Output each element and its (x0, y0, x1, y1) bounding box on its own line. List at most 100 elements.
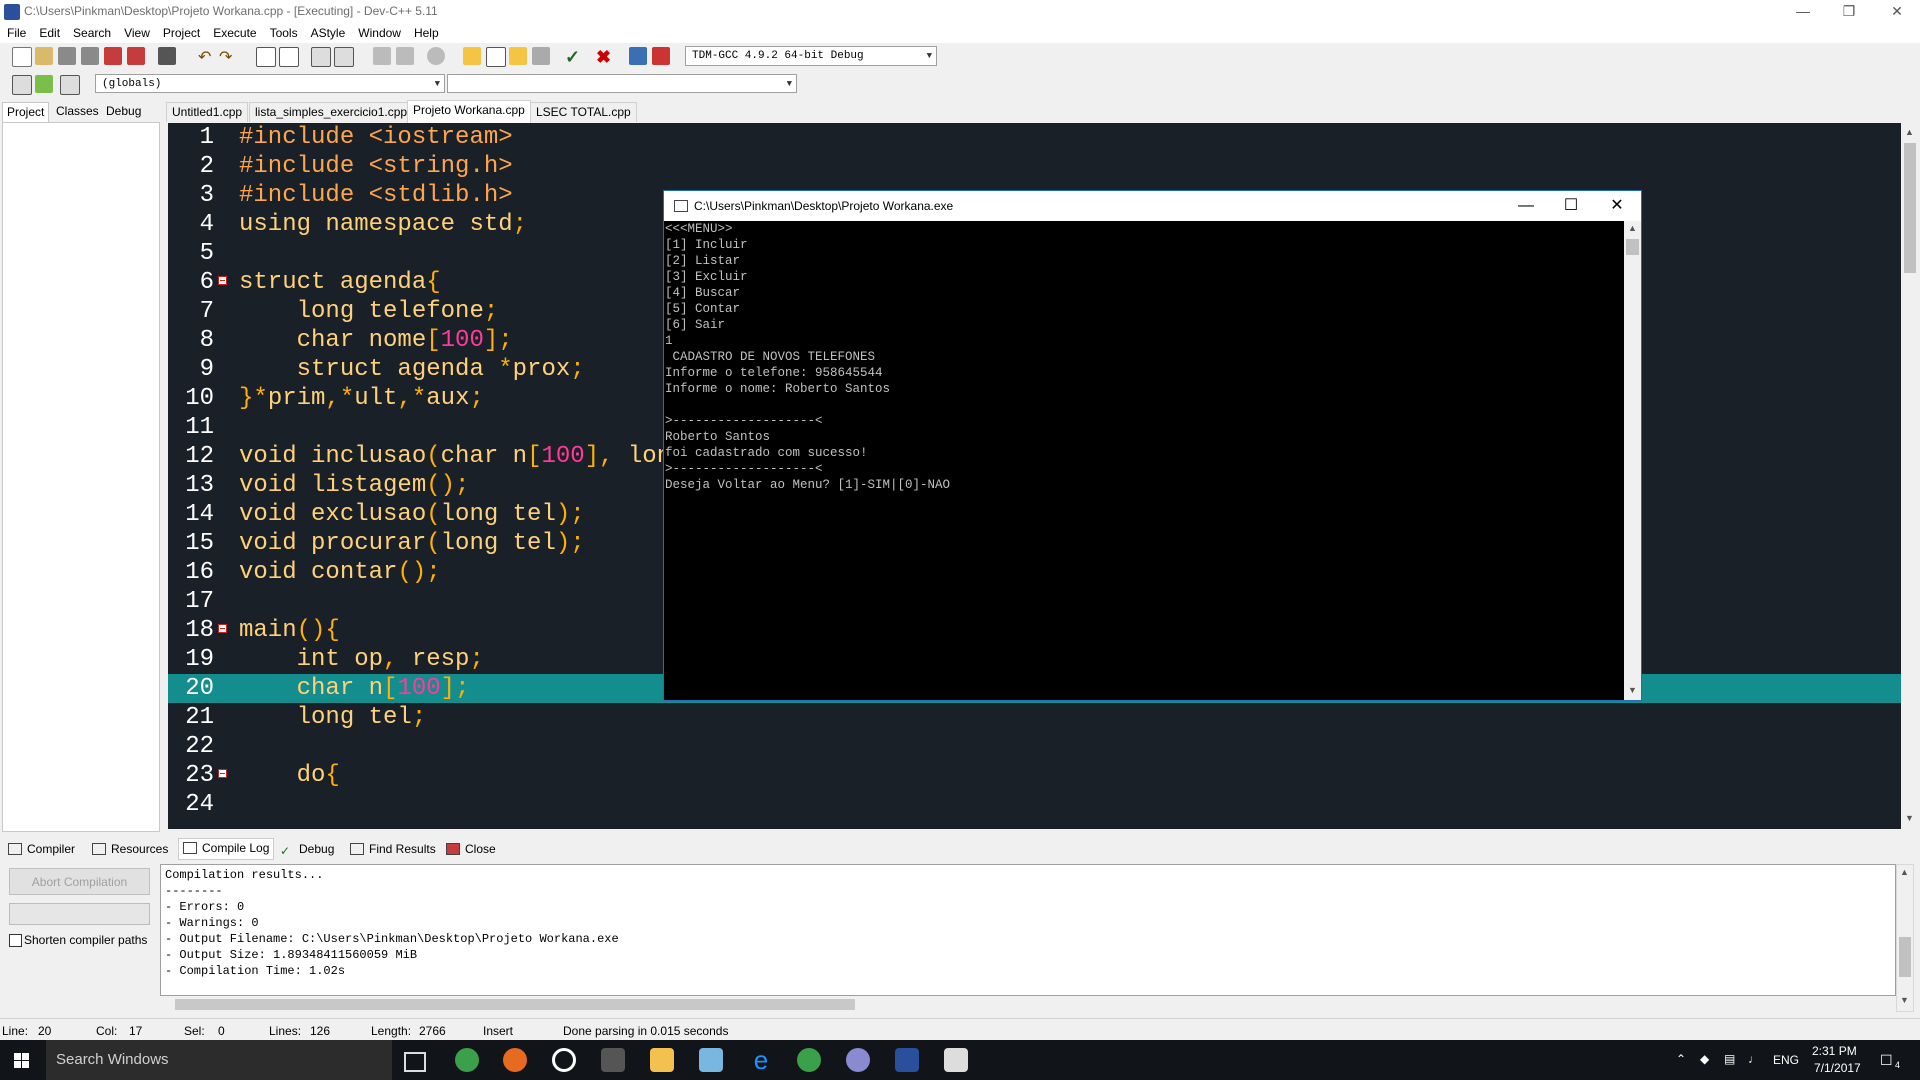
tray-time[interactable]: 2:31 PM (1812, 1044, 1857, 1058)
tab-project[interactable]: Project (2, 102, 50, 122)
chrome-icon[interactable] (455, 1048, 479, 1072)
toggle-bookmark-icon[interactable] (35, 75, 53, 93)
compile-log[interactable]: Compilation results... -------- - Errors… (160, 864, 1896, 996)
print-icon[interactable] (158, 47, 176, 65)
scroll-up-icon[interactable]: ▲ (1628, 223, 1637, 233)
open-file-icon[interactable] (35, 47, 53, 65)
console-scroll-thumb[interactable] (1626, 239, 1639, 255)
abort-compilation-button[interactable]: Abort Compilation (9, 868, 150, 895)
syntax-check-icon[interactable]: ✓ (565, 47, 583, 67)
menu-tools[interactable]: Tools (263, 24, 304, 40)
scroll-down-icon[interactable]: ▼ (1628, 685, 1637, 695)
compile-log-hscroll-thumb[interactable] (175, 999, 855, 1010)
console-title-bar[interactable]: C:\Users\Pinkman\Desktop\Projeto Workana… (664, 191, 1641, 221)
scope-select[interactable]: (globals) ▼ (95, 74, 445, 93)
profile-icon[interactable] (629, 47, 647, 65)
tab-find-results[interactable]: Find Results (350, 840, 436, 858)
fold-collapse-icon[interactable] (218, 624, 227, 633)
code-line[interactable]: 22 (168, 732, 1901, 761)
code-line[interactable]: 2 #include <string.h> (168, 152, 1901, 181)
bookmark-icon[interactable] (427, 47, 445, 65)
menu-window[interactable]: Window (351, 24, 407, 40)
console-close-button[interactable]: ✕ (1595, 194, 1639, 218)
tray-volume-icon[interactable]: ♩ (1748, 1052, 1760, 1066)
code-line[interactable]: 21 long tel; (168, 703, 1901, 732)
devcpp-taskbar-icon[interactable] (895, 1048, 919, 1072)
editor-scrollbar[interactable]: ▲ ▼ (1901, 123, 1920, 829)
compile-icon[interactable] (463, 47, 481, 65)
tray-chevron-up-icon[interactable]: ⌃ (1676, 1052, 1686, 1066)
console-maximize-button[interactable]: ☐ (1549, 194, 1593, 218)
notepad-icon[interactable] (699, 1048, 723, 1072)
minimize-button[interactable]: — (1780, 0, 1826, 24)
console-scrollbar[interactable]: ▲ ▼ (1624, 221, 1641, 700)
menu-project[interactable]: Project (156, 24, 206, 40)
undo-icon[interactable]: ↶ (198, 47, 216, 66)
code-line[interactable]: 24 (168, 790, 1901, 819)
replace-icon[interactable] (279, 47, 299, 67)
firefox-icon[interactable] (503, 1048, 527, 1072)
console-output[interactable]: <<<MENU>> [1] Incluir [2] Listar [3] Exc… (664, 221, 1625, 701)
project-browser[interactable] (2, 122, 160, 832)
code-line[interactable]: 23 do{ (168, 761, 1901, 790)
tor-browser-icon[interactable] (846, 1048, 870, 1072)
menu-execute[interactable]: Execute (206, 24, 262, 40)
notification-center-icon[interactable]: ☐ (1880, 1052, 1893, 1069)
tab-lsec-total[interactable]: LSEC TOTAL.cpp (530, 102, 637, 122)
windows-start-button[interactable] (0, 1040, 46, 1080)
console-taskbar-icon[interactable] (944, 1048, 968, 1072)
shorten-paths-checkbox[interactable] (9, 934, 22, 947)
chrome-icon-2[interactable] (797, 1048, 821, 1072)
menu-edit[interactable]: Edit (32, 24, 66, 40)
tab-debug[interactable]: Debug (102, 102, 145, 121)
indent-icon[interactable] (311, 47, 331, 67)
close-all-icon[interactable] (127, 47, 145, 65)
save-all-icon[interactable] (81, 47, 99, 65)
function-select[interactable]: ▼ (447, 74, 797, 93)
target-app-icon[interactable] (552, 1048, 576, 1072)
tab-debug-bottom[interactable]: ✓ Debug (280, 840, 334, 858)
goto-forward-icon[interactable] (396, 47, 414, 65)
save-icon[interactable] (58, 47, 76, 65)
fold-collapse-icon[interactable] (218, 276, 227, 285)
tray-language[interactable]: ENG (1773, 1053, 1799, 1067)
tab-classes[interactable]: Classes (52, 102, 103, 121)
delete-profile-icon[interactable] (652, 47, 670, 65)
console-window[interactable]: C:\Users\Pinkman\Desktop\Projeto Workana… (663, 190, 1642, 701)
close-button[interactable]: ✕ (1874, 0, 1920, 24)
redo-icon[interactable]: ↷ (219, 47, 237, 66)
rebuild-icon[interactable] (532, 47, 550, 65)
file-explorer-icon[interactable] (650, 1048, 674, 1072)
maximize-button[interactable]: ❐ (1826, 0, 1872, 24)
menu-astyle[interactable]: AStyle (304, 24, 352, 40)
scroll-down-icon[interactable]: ▼ (1900, 995, 1909, 1005)
tab-compiler[interactable]: Compiler (8, 840, 75, 858)
tab-lista-simples[interactable]: lista_simples_exercicio1.cpp (249, 102, 414, 122)
compile-run-icon[interactable] (509, 47, 527, 65)
scroll-up-icon[interactable]: ▲ (1900, 867, 1909, 877)
run-icon[interactable] (486, 47, 506, 67)
tray-dropbox-icon[interactable]: ◆ (1700, 1052, 1709, 1066)
close-file-icon[interactable] (104, 47, 122, 65)
taskbar-search-box[interactable]: Search Windows (46, 1040, 392, 1080)
menu-file[interactable]: File (0, 24, 32, 40)
stop-execution-icon[interactable]: ✖ (596, 47, 614, 67)
tab-resources[interactable]: Resources (92, 840, 168, 858)
tab-projeto-workana[interactable]: Projeto Workana.cpp (407, 100, 531, 123)
tray-date[interactable]: 7/1/2017 (1814, 1061, 1861, 1075)
insert-icon[interactable] (12, 75, 32, 95)
compile-log-vscroll[interactable]: ▲ ▼ (1896, 864, 1914, 1012)
menu-help[interactable]: Help (407, 24, 445, 40)
tab-compile-log[interactable]: Compile Log (178, 838, 275, 860)
menu-view[interactable]: View (117, 24, 156, 40)
new-file-icon[interactable] (12, 47, 32, 67)
code-line[interactable]: 1 #include <iostream> (168, 123, 1901, 152)
unindent-icon[interactable] (334, 47, 354, 67)
console-minimize-button[interactable]: — (1504, 194, 1548, 218)
menu-search[interactable]: Search (66, 24, 117, 40)
tray-network-icon[interactable]: ▤ (1724, 1052, 1735, 1066)
edge-icon[interactable]: e (749, 1047, 773, 1073)
goto-bookmark-icon[interactable] (60, 75, 80, 95)
find-icon[interactable] (256, 47, 276, 67)
scroll-up-icon[interactable]: ▲ (1905, 127, 1914, 137)
